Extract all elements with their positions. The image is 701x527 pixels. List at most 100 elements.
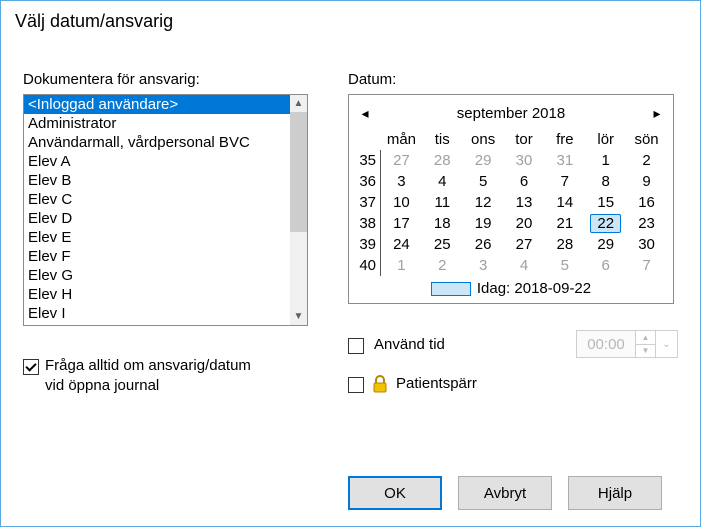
calendar-header: ◂ september 2018 ▸ [355, 99, 667, 127]
time-dropdown-button[interactable]: ⌄ [656, 330, 678, 358]
patient-lock-checkbox[interactable] [348, 377, 364, 393]
calendar-day[interactable]: 28 [422, 150, 463, 171]
time-input[interactable]: 00:00 [576, 330, 636, 358]
calendar-day[interactable]: 1 [381, 255, 422, 276]
always-ask-row: Fråga alltid om ansvarig/datum vid öppna… [23, 356, 323, 396]
calendar-day[interactable]: 7 [544, 171, 585, 192]
list-item[interactable]: Elev D [24, 209, 290, 228]
list-item[interactable]: Elev H [24, 285, 290, 304]
window-title: Välj datum/ansvarig [15, 11, 686, 32]
calendar-today-mark-icon [431, 282, 471, 296]
calendar: ◂ september 2018 ▸ måntisonstorfrelörsön… [348, 94, 674, 304]
scroll-up-icon[interactable]: ▲ [290, 95, 307, 112]
calendar-day[interactable]: 30 [626, 234, 667, 255]
calendar-week-number: 39 [355, 234, 381, 255]
calendar-day[interactable]: 18 [422, 213, 463, 234]
patient-lock-row: Patientspärr [348, 374, 678, 393]
cancel-button[interactable]: Avbryt [458, 476, 552, 510]
calendar-today-row[interactable]: Idag: 2018-09-22 [355, 280, 667, 297]
calendar-day[interactable]: 16 [626, 192, 667, 213]
calendar-day[interactable]: 6 [585, 255, 626, 276]
calendar-today-label: Idag: 2018-09-22 [477, 280, 591, 297]
list-item[interactable]: Elev F [24, 247, 290, 266]
calendar-day[interactable]: 4 [422, 171, 463, 192]
calendar-grid: måntisonstorfrelörsön3527282930311236345… [355, 127, 667, 276]
calendar-day[interactable]: 29 [585, 234, 626, 255]
scroll-thumb[interactable] [290, 112, 307, 232]
calendar-day[interactable]: 9 [626, 171, 667, 192]
help-button[interactable]: Hjälp [568, 476, 662, 510]
calendar-day[interactable]: 3 [463, 255, 504, 276]
calendar-day[interactable]: 19 [463, 213, 504, 234]
list-item[interactable]: Elev G [24, 266, 290, 285]
calendar-day[interactable]: 5 [463, 171, 504, 192]
calendar-day[interactable]: 1 [585, 150, 626, 171]
calendar-dow: ons [463, 127, 504, 150]
list-item[interactable]: Administrator [24, 114, 290, 133]
calendar-day[interactable]: 30 [504, 150, 545, 171]
time-spinner[interactable]: ▲ ▼ [636, 330, 656, 358]
spinner-up-icon[interactable]: ▲ [636, 331, 655, 345]
scroll-down-icon[interactable]: ▼ [290, 308, 307, 325]
calendar-day[interactable]: 17 [381, 213, 422, 234]
calendar-day[interactable]: 4 [504, 255, 545, 276]
calendar-dow: tis [422, 127, 463, 150]
calendar-day[interactable]: 11 [422, 192, 463, 213]
responsible-label: Dokumentera för ansvarig: [23, 71, 323, 88]
calendar-day[interactable]: 20 [504, 213, 545, 234]
dialog-window: Välj datum/ansvarig Dokumentera för ansv… [0, 0, 701, 527]
list-item[interactable]: Elev I [24, 304, 290, 323]
time-field: 00:00 ▲ ▼ ⌄ [576, 330, 678, 358]
calendar-day[interactable]: 8 [585, 171, 626, 192]
ok-button[interactable]: OK [348, 476, 442, 510]
calendar-day[interactable]: 14 [544, 192, 585, 213]
responsible-listbox[interactable]: <Inloggad användare>AdministratorAnvända… [23, 94, 308, 326]
calendar-day[interactable]: 23 [626, 213, 667, 234]
title-area: Välj datum/ansvarig [1, 1, 700, 48]
calendar-day[interactable]: 25 [422, 234, 463, 255]
calendar-day[interactable]: 22 [585, 213, 626, 234]
always-ask-checkbox[interactable] [23, 359, 39, 375]
calendar-day[interactable]: 29 [463, 150, 504, 171]
calendar-day[interactable]: 13 [504, 192, 545, 213]
calendar-day[interactable]: 10 [381, 192, 422, 213]
calendar-day[interactable]: 15 [585, 192, 626, 213]
calendar-day[interactable]: 21 [544, 213, 585, 234]
spinner-down-icon[interactable]: ▼ [636, 345, 655, 358]
calendar-dow: mån [381, 127, 422, 150]
list-item[interactable]: Elev E [24, 228, 290, 247]
calendar-day[interactable]: 12 [463, 192, 504, 213]
calendar-week-number: 38 [355, 213, 381, 234]
use-time-checkbox[interactable] [348, 338, 364, 354]
date-label: Datum: [348, 71, 678, 88]
calendar-day[interactable]: 5 [544, 255, 585, 276]
list-item[interactable]: Elev C [24, 190, 290, 209]
calendar-next-icon[interactable]: ▸ [647, 105, 667, 122]
listbox-scrollbar[interactable]: ▲ ▼ [290, 95, 307, 325]
always-ask-label: Fråga alltid om ansvarig/datum vid öppna… [45, 356, 251, 396]
lock-icon [372, 375, 388, 393]
list-item[interactable]: Användarmall, vårdpersonal BVC [24, 133, 290, 152]
calendar-day[interactable]: 7 [626, 255, 667, 276]
calendar-day[interactable]: 6 [504, 171, 545, 192]
calendar-day[interactable]: 31 [544, 150, 585, 171]
calendar-dow: lör [585, 127, 626, 150]
calendar-day[interactable]: 2 [422, 255, 463, 276]
calendar-dow: fre [544, 127, 585, 150]
calendar-month-title[interactable]: september 2018 [457, 105, 565, 122]
list-item[interactable]: Elev B [24, 171, 290, 190]
calendar-day[interactable]: 24 [381, 234, 422, 255]
left-column: Dokumentera för ansvarig: <Inloggad anvä… [23, 71, 323, 396]
calendar-day[interactable]: 26 [463, 234, 504, 255]
calendar-dow: tor [504, 127, 545, 150]
calendar-day[interactable]: 3 [381, 171, 422, 192]
list-item[interactable]: Elev A [24, 152, 290, 171]
calendar-day[interactable]: 2 [626, 150, 667, 171]
calendar-prev-icon[interactable]: ◂ [355, 105, 375, 122]
calendar-day[interactable]: 28 [544, 234, 585, 255]
calendar-day[interactable]: 27 [504, 234, 545, 255]
right-column: Datum: ◂ september 2018 ▸ måntisonstorfr… [348, 71, 678, 393]
calendar-day[interactable]: 27 [381, 150, 422, 171]
calendar-week-number: 36 [355, 171, 381, 192]
list-item[interactable]: <Inloggad användare> [24, 95, 290, 114]
